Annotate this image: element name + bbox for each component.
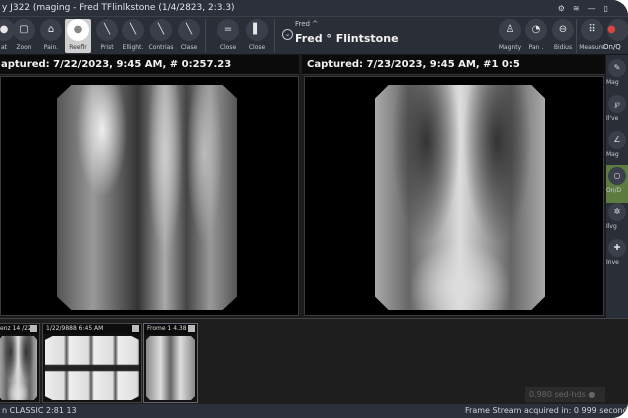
patient-first-name: Fred ^ [295, 20, 319, 28]
close-button-1[interactable]: = Close [214, 19, 242, 53]
maximize-button[interactable]: ▯ [604, 0, 608, 17]
app-window: y J322 (maging - Fred TFlinlkstone (1/4/… [0, 0, 628, 418]
tool-clear[interactable]: ╲ Clase [175, 19, 203, 53]
tool-brightness[interactable]: ╲ Ellight. [119, 19, 147, 53]
reflect-icon: ● [67, 19, 89, 41]
status-left: n CLASSIC 2:81 13 [2, 406, 77, 415]
sidebar-item-ond[interactable]: ○ On/D [606, 165, 628, 203]
right-caption-bar: Captured: 7/23/2023, 9:45 AM, #1 0:5 [302, 55, 605, 75]
equals-icon: = [217, 19, 239, 41]
menu-icon[interactable] [188, 325, 195, 332]
minimize-button[interactable]: — [588, 0, 596, 17]
left-caption-bar: aptured: 7/22/2023, 9:45 AM, # 0:257.23 [0, 55, 299, 75]
pan-circle-icon: ◔ [525, 19, 547, 41]
fps-text: 0.980 sed-hds [529, 390, 586, 399]
close-button-2[interactable]: ▌ Close [243, 19, 271, 53]
menu-icon[interactable] [132, 325, 139, 332]
sidebar-item-mag[interactable]: ✎ Mag [606, 57, 628, 95]
divider [576, 19, 577, 53]
wifi-icon: ≋ [572, 4, 580, 13]
thumbnail-selected[interactable]: Frome 1 4.38 [143, 323, 198, 403]
angle-icon: ∠ [608, 131, 626, 149]
dot-icon: ○ [608, 167, 626, 185]
tool-measure[interactable]: ⠿ Measure [578, 19, 606, 53]
tool-zoom[interactable]: ▢ Zoon [10, 19, 38, 53]
divider [205, 19, 206, 53]
window-title: y J322 (maging - Fred TFlinlkstone (1/4/… [2, 3, 235, 13]
status-bar: n CLASSIC 2:81 13 Frame Stream acquired … [0, 404, 628, 418]
right-caption: Captured: 7/23/2023, 9:45 AM, #1 0:5 [307, 59, 520, 70]
panel-icon: ▌ [246, 19, 268, 41]
toolbar: ● at ▢ Zoon ⌂ Pain. ● Reeflr ╲ Prist ╲ Ellight… [0, 17, 628, 55]
fps-readout: 0.980 sed-hds ● [525, 387, 605, 402]
right-sidebar: ✎ Mag ℘ Il've ∠ Mag ○ On/D ✲ Ilvg ✚ Inve [606, 55, 628, 318]
left-caption: aptured: 7/22/2023, 9:45 AM, # 0:257.23 [1, 59, 232, 70]
brightness-icon: ╲ [122, 19, 144, 41]
xray-image-right[interactable] [375, 85, 545, 310]
menu-icon[interactable] [30, 325, 37, 332]
tool-contrast[interactable]: ╲ Contrias [147, 19, 175, 53]
plus-icon: ✚ [608, 239, 626, 257]
right-image-pane[interactable] [304, 76, 604, 316]
tool-magnify[interactable]: ♙ Magnty [496, 19, 524, 53]
tool-onq[interactable]: ● On/Q [603, 19, 628, 53]
sidebar-item-mag-2[interactable]: ∠ Mag [606, 129, 628, 167]
patient-name: Fred ° Flintstone [295, 32, 399, 45]
tool-pan[interactable]: ⌂ Pain. [37, 19, 65, 53]
tool-pan-circle[interactable]: ◔ Pan . [522, 19, 550, 53]
zoom-square-icon: ▢ [13, 19, 35, 41]
xray-image-left[interactable] [57, 85, 237, 310]
contrast-icon: ╲ [150, 19, 172, 41]
sidebar-item-inve[interactable]: ✚ Inve [606, 237, 628, 275]
brush-icon: ╲ [96, 19, 118, 41]
lasso-icon: ℘ [608, 95, 626, 113]
clear-icon: ╲ [178, 19, 200, 41]
title-bar: y J322 (maging - Fred TFlinlkstone (1/4/… [0, 0, 628, 17]
left-image-pane[interactable] [0, 76, 299, 316]
thumbnail-image [146, 336, 195, 400]
tool-prist[interactable]: ╲ Prist [93, 19, 121, 53]
tool-radius[interactable]: ⊖ Bidius [549, 19, 577, 53]
thumbnail[interactable]: enz 14 /223 [0, 323, 40, 403]
divider [274, 19, 275, 53]
settings-icon[interactable]: ⚙ [558, 0, 565, 17]
status-right: Frame Stream acquired in: 0 999 seconds [465, 406, 628, 415]
thumbnail-label: 1/22/9888 6:45 AM [46, 325, 104, 332]
pen-icon: ✎ [608, 59, 626, 77]
pan-icon: ⌂ [40, 19, 62, 41]
sidebar-item-ilvg[interactable]: ✲ Ilvg [606, 201, 628, 239]
thumbnail-label: Frome 1 4.38 [147, 325, 187, 332]
sidebar-item-ilve[interactable]: ℘ Il've [606, 93, 628, 131]
thumbnail-image [0, 336, 37, 400]
star-icon: ✲ [608, 203, 626, 221]
thumbnail-image [45, 336, 139, 400]
thumbnail[interactable]: 1/22/9888 6:45 AM [42, 323, 142, 403]
magnify-icon: ♙ [499, 19, 521, 41]
grid-icon: ⠿ [581, 19, 603, 41]
radius-icon: ⊖ [552, 19, 574, 41]
tool-onq-label: On/Q [603, 43, 621, 51]
record-icon: ● [607, 19, 628, 41]
tool-reflect[interactable]: ● Reeflr [65, 19, 91, 53]
info-icon[interactable]: ● [588, 390, 595, 399]
chevron-down-icon[interactable]: ⌄ [282, 29, 293, 40]
